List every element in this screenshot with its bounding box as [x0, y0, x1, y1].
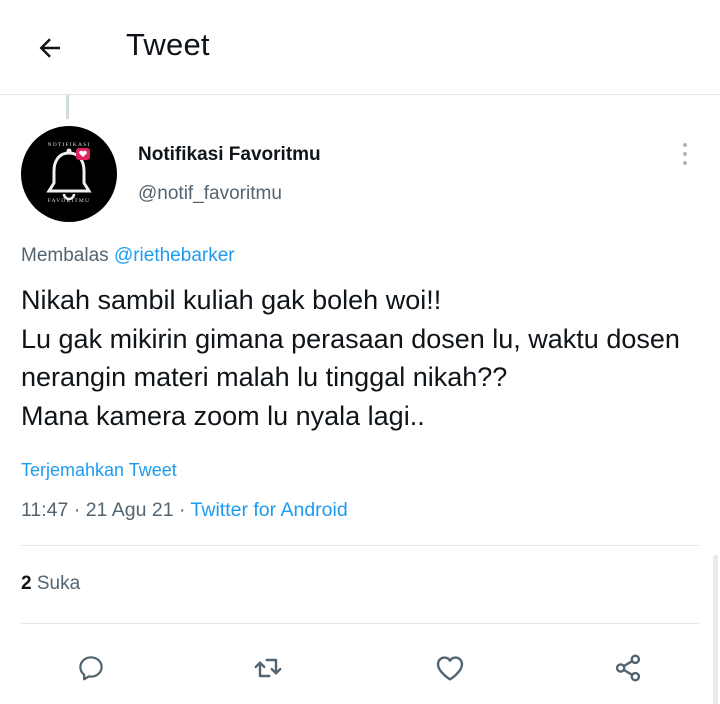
author-display-name[interactable]: Notifikasi Favoritmu — [138, 144, 321, 166]
back-button[interactable] — [30, 28, 70, 68]
avatar[interactable]: NOTIFIKASI FAVORITMU — [21, 126, 117, 222]
like-button[interactable] — [430, 648, 470, 688]
page-title: Tweet — [126, 27, 210, 62]
top-bar: Tweet — [0, 0, 720, 95]
avatar-logo-text-bottom: FAVORITMU — [47, 198, 91, 204]
reply-icon — [79, 656, 103, 681]
retweet-icon — [254, 658, 282, 678]
retweet-button[interactable] — [248, 648, 288, 688]
meta-separator: · — [73, 499, 81, 521]
divider — [21, 623, 699, 624]
likes-stat[interactable]: 2 Suka — [21, 573, 80, 595]
more-dot-icon — [683, 152, 687, 156]
divider — [21, 545, 699, 546]
tweet-metadata: 11:47 · 21 Agu 21 · Twitter for Android — [21, 499, 348, 522]
reply-button[interactable] — [71, 648, 111, 688]
tweet-source-link[interactable]: Twitter for Android — [191, 499, 348, 521]
thread-connector-line — [66, 95, 69, 119]
tweet-date: 21 Agu 21 — [85, 499, 174, 521]
tweet-actions-bar — [0, 640, 720, 696]
bell-icon — [46, 148, 92, 201]
more-dot-icon — [683, 143, 687, 147]
meta-separator: · — [178, 499, 186, 521]
like-icon — [436, 656, 464, 681]
more-options-button[interactable] — [672, 141, 698, 167]
replying-to-mention[interactable]: @riethebarker — [114, 245, 235, 266]
share-button[interactable] — [608, 648, 648, 688]
scrollbar[interactable] — [713, 555, 718, 704]
tweet-text: Nikah sambil kuliah gak boleh woi!! Lu g… — [21, 285, 680, 431]
likes-count: 2 — [21, 573, 32, 594]
author-handle[interactable]: @notif_favoritmu — [138, 183, 282, 205]
replying-to-label: Membalas — [21, 245, 109, 266]
arrow-left-icon — [39, 38, 60, 58]
likes-label: Suka — [36, 573, 81, 594]
tweet-time: 11:47 — [21, 499, 69, 521]
more-dot-icon — [683, 161, 687, 165]
translate-tweet-link[interactable]: Terjemahkan Tweet — [21, 460, 177, 481]
replying-to: Membalas @riethebarker — [21, 245, 235, 267]
share-icon — [615, 654, 641, 682]
